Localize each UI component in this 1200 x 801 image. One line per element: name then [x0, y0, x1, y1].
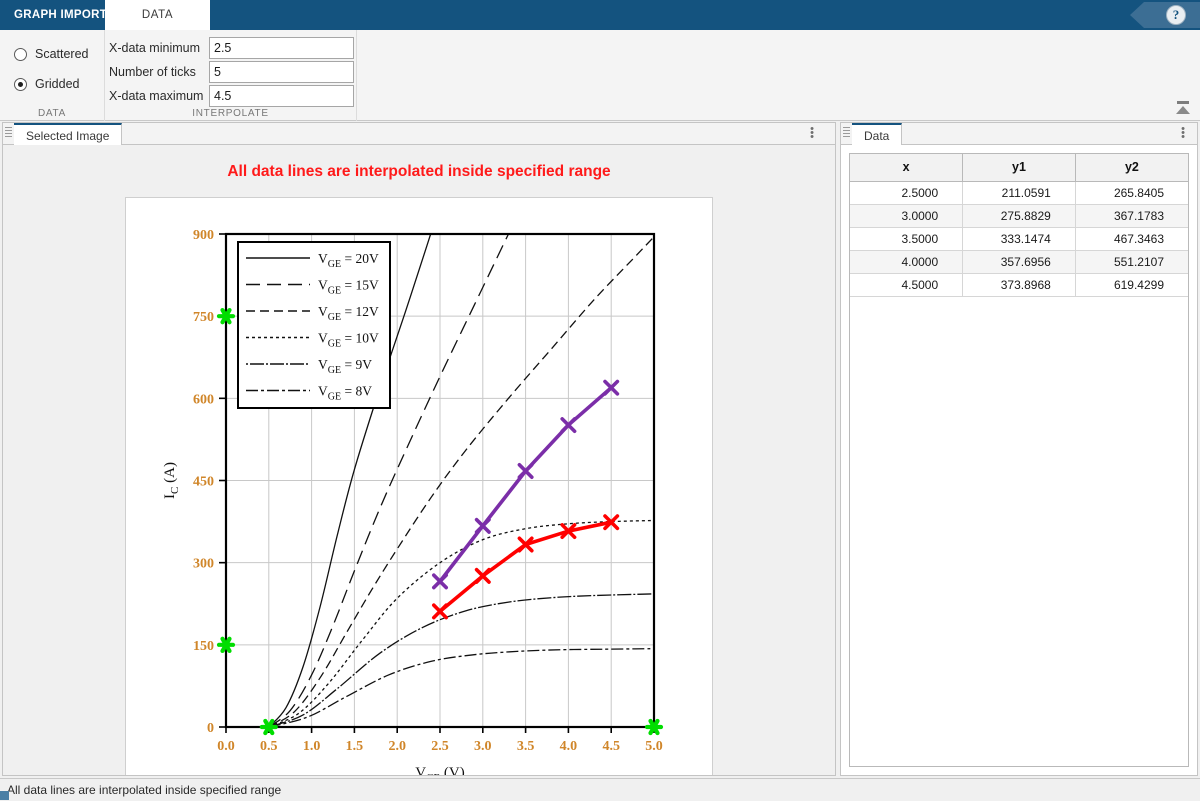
data-panel: Data ••• xy1y2 2.5000211.0591265.84053.0… — [840, 122, 1198, 776]
help-chevron-icon — [1130, 2, 1200, 28]
drag-grip-icon[interactable] — [5, 127, 12, 141]
y-tick-label: 750 — [193, 310, 214, 325]
table-cell[interactable]: 4.0000 — [850, 250, 963, 273]
y-tick-label: 450 — [193, 475, 214, 490]
table-header-x[interactable]: x — [850, 154, 963, 181]
radio-scattered-label: Scattered — [35, 47, 89, 61]
x-tick-label: 0.0 — [217, 739, 235, 754]
selected-image-tabbar: Selected Image ••• — [3, 123, 835, 145]
x-tick-label: 2.5 — [431, 739, 449, 754]
table-cell[interactable]: 265.8405 — [1075, 181, 1188, 204]
data-more-options-icon[interactable]: ••• — [1177, 127, 1189, 141]
table-cell[interactable]: 3.0000 — [850, 204, 963, 227]
radio-gridded-label: Gridded — [35, 77, 79, 91]
table-cell[interactable]: 275.8829 — [963, 204, 1076, 227]
x-tick-label: 3.5 — [517, 739, 535, 754]
table-row[interactable]: 4.0000357.6956551.2107 — [850, 250, 1188, 273]
table-row[interactable]: 2.5000211.0591265.8405 — [850, 181, 1188, 204]
graph-importer-window: GRAPH IMPORTER DATA ? Scattered Gridded … — [0, 0, 1200, 800]
table-cell[interactable]: 467.3463 — [1075, 227, 1188, 250]
table-cell[interactable]: 2.5000 — [850, 181, 963, 204]
x-data-maximum-input[interactable] — [209, 85, 354, 107]
resize-corner-handle[interactable] — [0, 791, 9, 800]
table-cell[interactable]: 333.1474 — [963, 227, 1076, 250]
table-row[interactable]: 3.0000275.8829367.1783 — [850, 204, 1188, 227]
data-panel-body: xy1y2 2.5000211.0591265.84053.0000275.88… — [841, 145, 1197, 775]
ribbon-group-interpolate-label: INTERPOLATE — [105, 108, 356, 119]
y-axis-label: IC (A) — [162, 462, 181, 499]
table-cell[interactable]: 3.5000 — [850, 227, 963, 250]
table-row[interactable]: 3.5000333.1474467.3463 — [850, 227, 1188, 250]
ribbon-titlebar: GRAPH IMPORTER DATA ? — [0, 0, 1200, 30]
y-tick-label: 600 — [193, 392, 214, 407]
help-question-icon[interactable]: ? — [1166, 5, 1186, 25]
table-header-y1[interactable]: y1 — [963, 154, 1076, 181]
field-row-x-max: X-data maximum — [109, 85, 354, 107]
device-curve-VGE=9V — [269, 594, 654, 727]
table-row[interactable]: 4.5000373.8968619.4299 — [850, 273, 1188, 296]
table-cell[interactable]: 367.1783 — [1075, 204, 1188, 227]
tab-data-panel[interactable]: Data — [852, 123, 902, 145]
chart-title: All data lines are interpolated inside s… — [3, 163, 835, 181]
data-table: xy1y2 2.5000211.0591265.84053.0000275.88… — [850, 154, 1188, 297]
tab-data[interactable]: DATA — [105, 0, 210, 30]
table-cell[interactable]: 619.4299 — [1075, 273, 1188, 296]
radio-scattered[interactable]: Scattered — [14, 44, 89, 64]
device-curve-VGE=8V — [269, 649, 654, 727]
x-tick-label: 2.0 — [388, 739, 406, 754]
x-tick-label: 1.0 — [303, 739, 321, 754]
table-cell[interactable]: 357.6956 — [963, 250, 1076, 273]
status-bar: All data lines are interpolated inside s… — [0, 778, 1200, 800]
x-tick-label: 1.5 — [346, 739, 364, 754]
drag-grip-icon[interactable] — [843, 127, 850, 141]
y-tick-label: 300 — [193, 557, 214, 572]
x-tick-label: 4.0 — [560, 739, 578, 754]
tab-selected-image[interactable]: Selected Image — [14, 123, 122, 145]
radio-gridded[interactable]: Gridded — [14, 74, 79, 94]
selected-image-body: All data lines are interpolated inside s… — [3, 145, 835, 775]
chart-canvas-card: 0.0 0.5 1.0 1.5 2.0 2.5 3.0 3.5 4.0 4.5 5.0 0 150 300… — [125, 197, 713, 775]
ribbon-toolbar: Scattered Gridded DATA X-data minimum Nu… — [0, 30, 1200, 121]
table-header-row: xy1y2 — [850, 154, 1188, 181]
ribbon-group-data: Scattered Gridded DATA — [0, 30, 105, 121]
radio-gridded-dot-icon — [14, 78, 27, 91]
x-tick-label: 3.0 — [474, 739, 492, 754]
ribbon-group-data-label: DATA — [0, 108, 104, 119]
table-cell[interactable]: 551.2107 — [1075, 250, 1188, 273]
x-data-minimum-label: X-data minimum — [109, 37, 209, 59]
x-axis-label: VCE (V) — [415, 765, 464, 775]
table-cell[interactable]: 373.8968 — [963, 273, 1076, 296]
data-table-wrapper[interactable]: xy1y2 2.5000211.0591265.84053.0000275.88… — [849, 153, 1189, 767]
number-of-ticks-input[interactable] — [209, 61, 354, 83]
y-tick-label: 0 — [207, 721, 214, 736]
x-tick-label: 0.5 — [260, 739, 278, 754]
help-region: ? — [1128, 0, 1200, 30]
x-tick-label: 4.5 — [602, 739, 620, 754]
x-tick-label: 5.0 — [645, 739, 663, 754]
table-header-y2[interactable]: y2 — [1075, 154, 1188, 181]
radio-scattered-dot-icon — [14, 48, 27, 61]
collapse-ribbon-icon[interactable] — [1172, 100, 1194, 117]
chart-scroll-area: All data lines are interpolated inside s… — [3, 145, 835, 775]
ribbon-group-interpolate: X-data minimum Number of ticks X-data ma… — [105, 30, 357, 121]
x-data-minimum-input[interactable] — [209, 37, 354, 59]
iv-curve-chart[interactable]: 0.0 0.5 1.0 1.5 2.0 2.5 3.0 3.5 4.0 4.5 5.0 0 150 300… — [126, 198, 714, 775]
field-row-x-min: X-data minimum — [109, 37, 354, 59]
x-data-maximum-label: X-data maximum — [109, 85, 209, 107]
y-tick-label: 900 — [193, 228, 214, 243]
status-message: All data lines are interpolated inside s… — [7, 783, 281, 797]
selected-image-more-options-icon[interactable]: ••• — [806, 127, 818, 141]
data-tabbar: Data ••• — [841, 123, 1197, 145]
y-tick-label: 150 — [193, 639, 214, 654]
selected-image-panel: Selected Image ••• All data lines are in… — [2, 122, 836, 776]
number-of-ticks-label: Number of ticks — [109, 61, 209, 83]
table-cell[interactable]: 4.5000 — [850, 273, 963, 296]
table-cell[interactable]: 211.0591 — [963, 181, 1076, 204]
field-row-num-ticks: Number of ticks — [109, 61, 354, 83]
